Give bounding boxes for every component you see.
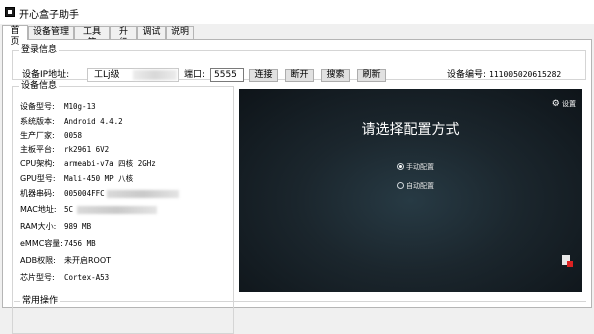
login-info-group: 登录信息 设备IP地址: 工Lj级 端口: 5555 连接 断开 搜索 刷新 设… (12, 45, 586, 82)
auto-config-label: 自动配置 (406, 182, 434, 190)
login-info-title: 登录信息 (19, 45, 60, 55)
radio-selected-icon (397, 163, 404, 170)
file-error-icon[interactable] (562, 255, 573, 267)
info-key: 机器串码: (20, 189, 55, 198)
info-key: 生产厂家: (20, 131, 55, 140)
app-window: 开心盒子助手 首页 设备管理 工具箱 升级 调试 说明 登录信息 设备IP地址:… (0, 0, 594, 334)
info-row-adb: ADB权限: 未开启ROOT (20, 256, 111, 266)
tab-bar: 首页 设备管理 工具箱 升级 调试 说明 (0, 25, 594, 48)
gear-icon: ⚙ (551, 99, 560, 109)
title-bar: 开心盒子助手 (0, 0, 594, 24)
info-key: 芯片型号: (20, 273, 55, 282)
info-row-system-version: 系统版本: Android 4.4.2 (20, 117, 123, 127)
disconnect-button[interactable]: 断开 (285, 69, 314, 82)
manual-config-option[interactable]: 手动配置 (397, 162, 434, 172)
info-key: 系统版本: (20, 117, 55, 126)
screen-settings-button[interactable]: ⚙ 设置 (552, 99, 576, 109)
radio-unselected-icon (397, 182, 404, 189)
port-label: 端口: (184, 70, 206, 80)
auto-config-option[interactable]: 自动配置 (397, 181, 434, 191)
tab-home[interactable]: 首页 (2, 25, 28, 47)
common-ops-title: 常用操作 (20, 296, 61, 306)
info-row-serial: 机器串码: 005004FFC (20, 189, 179, 199)
info-row-emmc: eMMC容量:7456 MB (20, 239, 96, 249)
serial-redaction (106, 189, 179, 198)
tab-debug[interactable]: 调试 (137, 26, 166, 39)
info-key: MAC地址: (20, 205, 57, 214)
info-key: ADB权限: (20, 256, 56, 265)
info-row-chip: 芯片型号: Cortex-A53 (20, 273, 109, 283)
device-screen-preview[interactable]: ⚙ 设置 请选择配置方式 手动配置 自动配置 (239, 89, 582, 292)
error-badge (567, 261, 573, 267)
port-input[interactable]: 5555 (210, 68, 244, 82)
info-value: M10g-13 (64, 102, 96, 111)
tab-help[interactable]: 说明 (166, 26, 194, 39)
info-row-mac: MAC地址: 5C (20, 205, 158, 215)
tab-upgrade[interactable]: 升级 (110, 26, 137, 48)
device-ip-label: 设备IP地址: (22, 70, 70, 80)
info-value: 5C (64, 205, 74, 214)
info-key: RAM大小: (20, 222, 57, 231)
info-value: 0058 (64, 131, 83, 140)
info-value: 989 MB (64, 222, 92, 231)
info-key: 主板平台: (20, 145, 55, 154)
common-ops-divider (14, 301, 586, 302)
manual-config-label: 手动配置 (406, 163, 434, 171)
info-value: rk2961 6V2 (64, 145, 110, 154)
info-key: eMMC容量: (20, 239, 64, 248)
ip-redaction (133, 70, 177, 80)
info-value: Android 4.4.2 (64, 117, 123, 126)
info-value: 未开启ROOT (64, 256, 112, 265)
device-ip-value: 工Lj级 (94, 70, 120, 80)
info-value: Mali-450 MP 八核 (64, 174, 134, 183)
search-button[interactable]: 搜索 (321, 69, 350, 82)
info-row-manufacturer: 生产厂家: 0058 (20, 131, 82, 141)
refresh-button[interactable]: 刷新 (357, 69, 386, 82)
mac-redaction (77, 205, 158, 214)
app-logo-icon (5, 7, 15, 17)
device-number-label: 设备编号: (447, 70, 487, 80)
tab-toolbox[interactable]: 工具箱 (74, 26, 110, 48)
screen-title: 请选择配置方式 (361, 122, 460, 138)
info-value: 005004FFC (64, 189, 105, 198)
screen-settings-label: 设置 (562, 100, 576, 108)
info-row-gpu: GPU型号: Mali-450 MP 八核 (20, 174, 133, 184)
tab-device-management[interactable]: 设备管理 (28, 26, 74, 39)
device-info-title: 设备信息 (19, 81, 60, 91)
info-value: armeabi-v7a 四核 2GHz (64, 159, 156, 168)
info-value: Cortex-A53 (64, 273, 110, 282)
device-number-value: 111005020615282 (489, 70, 562, 79)
info-row-cpu: CPU架构: armeabi-v7a 四核 2GHz (20, 159, 156, 169)
info-key: GPU型号: (20, 174, 56, 183)
info-key: 设备型号: (20, 102, 55, 111)
window-title: 开心盒子助手 (19, 10, 79, 21)
info-key: CPU架构: (20, 159, 55, 168)
info-row-ram: RAM大小: 989 MB (20, 222, 91, 232)
info-value: 7456 MB (64, 239, 96, 248)
info-row-board-platform: 主板平台: rk2961 6V2 (20, 145, 109, 155)
info-row-model: 设备型号: M10g-13 (20, 102, 96, 112)
connect-button[interactable]: 连接 (249, 69, 278, 82)
